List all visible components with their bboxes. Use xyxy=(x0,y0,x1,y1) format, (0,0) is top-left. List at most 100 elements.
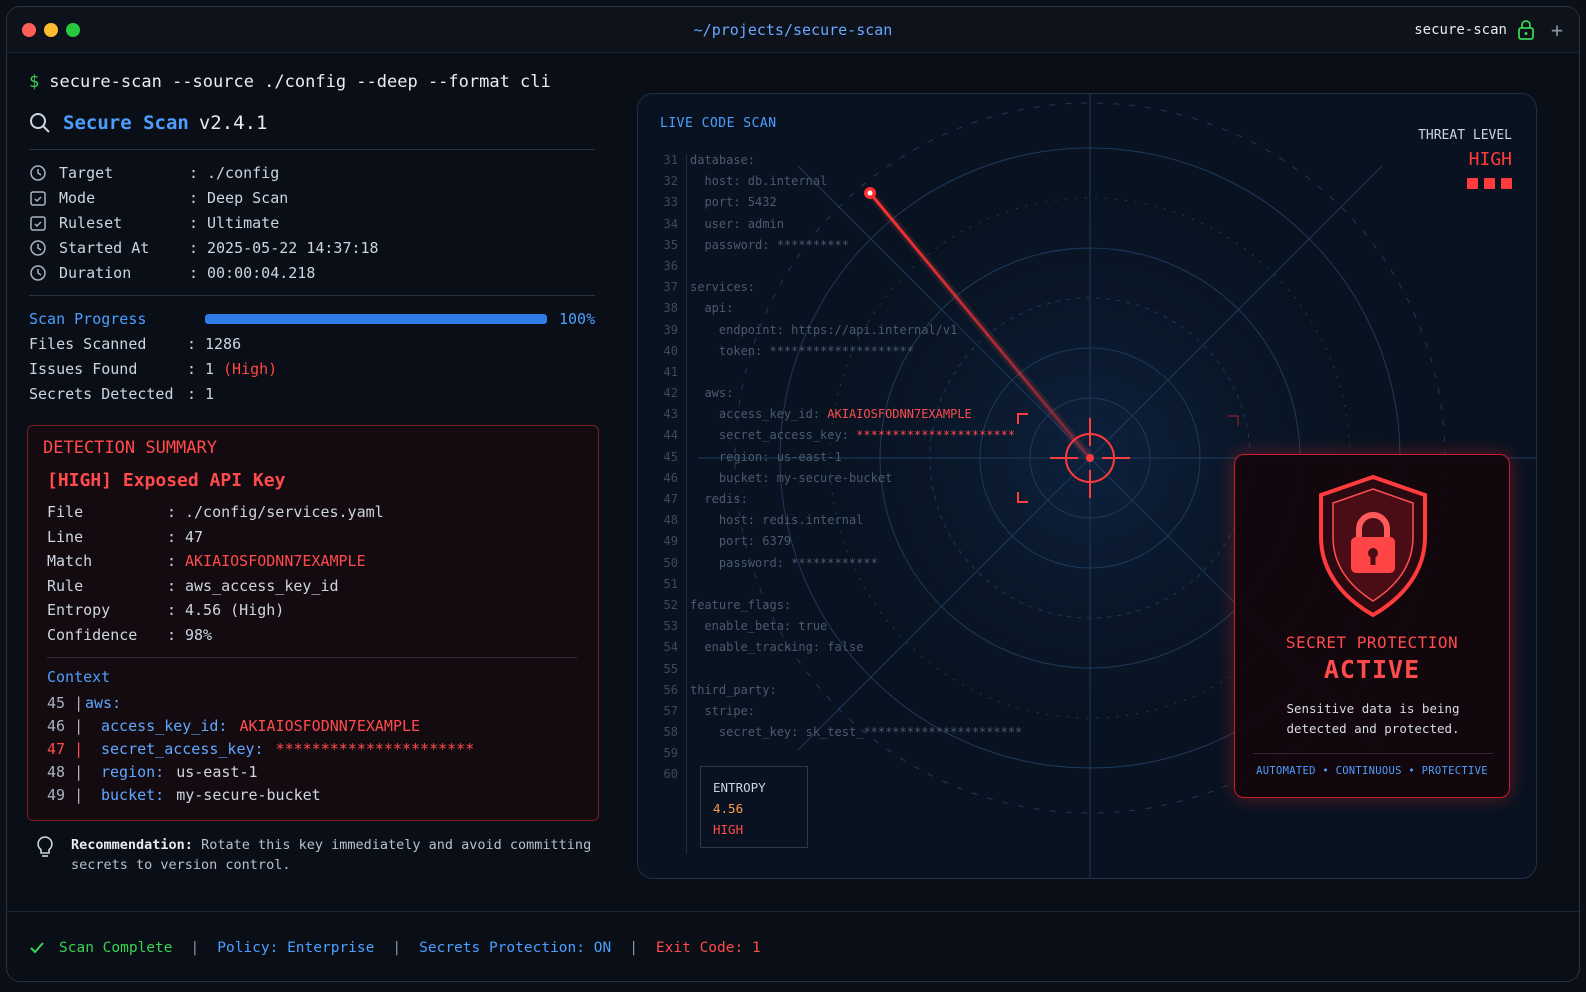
code-line: 31 database: xyxy=(658,150,1098,171)
detail-entropy: Entropy:4.56 (High) xyxy=(47,598,583,623)
code-text: aws: xyxy=(690,383,733,404)
info-key: Duration xyxy=(59,263,132,282)
code-content: stripe: xyxy=(690,703,756,718)
code-text: user: admin xyxy=(690,214,784,235)
code-line-number: 33 xyxy=(663,195,678,210)
entropy-label: ENTROPY xyxy=(713,780,766,795)
code-content: host: redis.internal xyxy=(690,513,864,528)
info-started-at: Started At: 2025-05-22 14:37:18 xyxy=(29,235,605,260)
stat-issues-found: Issues Found: 1 (High) xyxy=(29,357,605,382)
detail-file: File: ./config/services.yaml xyxy=(47,500,583,525)
context-line-flagged: 47 | secret_access_key: ******************… xyxy=(47,738,583,761)
detail-value: 47 xyxy=(185,527,204,546)
detail-confidence: Confidence:98% xyxy=(47,623,583,648)
code-content: secret_access_key: xyxy=(690,428,857,443)
code-line-number: 34 xyxy=(663,216,678,231)
clock-icon xyxy=(30,239,46,256)
code-line: 48 host: redis.internal xyxy=(658,510,1098,531)
info-key: Mode xyxy=(59,188,96,207)
code-line-number: 59 xyxy=(663,746,678,761)
code-content: enable_tracking: false xyxy=(690,640,864,655)
code-line: 32 host: db.internal xyxy=(658,171,1098,192)
check-icon xyxy=(30,941,44,953)
code-line-number: 58 xyxy=(663,725,678,740)
code-line-number: 53 xyxy=(663,619,678,634)
divider xyxy=(29,295,595,296)
code-line-number: 49 xyxy=(663,534,678,549)
code-content: user: admin xyxy=(690,216,784,231)
code-line: 43 access_key_id: AKIAIOSFODNN7EXAMPLE xyxy=(658,404,1098,425)
detail-line: Line:47 xyxy=(47,525,583,550)
code-listing: 31 database: 32 host: db.internal 33 port: … xyxy=(658,150,1098,786)
detail-match: Match: AKIAIOSFODNN7EXAMPLE xyxy=(47,549,583,574)
code-line: 49 port: 6379 xyxy=(658,531,1098,552)
app-version: v2.4.1 xyxy=(198,112,268,134)
code-line-number: 50 xyxy=(663,555,678,570)
context-line: 45 | aws: xyxy=(47,692,583,715)
code-content: access_key_id: xyxy=(690,407,828,422)
code-text: enable_beta: true xyxy=(690,616,827,637)
detection-header: DETECTION SUMMARY xyxy=(43,438,217,458)
stat-value: 1 xyxy=(205,360,215,378)
code-line-number: 46 xyxy=(663,470,678,485)
code-content: region: us-east-1 xyxy=(690,449,842,464)
info-key: Ruleset xyxy=(59,213,123,232)
code-content: enable_beta: true xyxy=(690,619,828,634)
stat-secrets-detected: Secrets Detected: 1 xyxy=(29,382,605,407)
detail-key: Rule xyxy=(47,576,84,595)
line-number: 47 | xyxy=(47,740,84,758)
code-text: stripe: xyxy=(690,701,755,722)
new-tab-button[interactable]: + xyxy=(1551,20,1563,40)
code-text: password: ********** xyxy=(690,235,849,256)
code-content: database: xyxy=(690,153,756,167)
code-line: 53 enable_beta: true xyxy=(658,616,1098,637)
terminal-window: ~/projects/secure-scan secure-scan + $ se… xyxy=(6,6,1580,982)
app-name: Secure Scan xyxy=(63,112,189,134)
live-scan-panel: LIVE CODE SCAN 31 database: 32 host: db.in… xyxy=(637,93,1537,879)
prompt-symbol: $ xyxy=(29,72,40,92)
code-text: bucket: my-secure-bucket xyxy=(690,468,892,489)
info-key: Started At xyxy=(59,238,150,257)
timer-icon xyxy=(30,264,46,281)
code-text: redis: xyxy=(690,489,747,510)
stat-files-scanned: Files Scanned: 1286 xyxy=(29,332,605,357)
context-value: my-secure-bucket xyxy=(176,786,321,804)
code-line: 35 password: ********** xyxy=(658,235,1098,256)
info-target: Target: ./config xyxy=(29,160,605,185)
separator: | xyxy=(190,939,200,956)
code-text: secret_access_key: *********************… xyxy=(690,425,1015,446)
context-key: region: xyxy=(101,763,165,781)
tab-secure-scan[interactable]: secure-scan xyxy=(1414,22,1507,38)
code-line-number: 44 xyxy=(663,428,678,443)
code-line: 56 third_party: xyxy=(658,680,1098,701)
context-key: secret_access_key: xyxy=(101,740,264,758)
code-line: 34 user: admin xyxy=(658,214,1098,235)
code-content: port: 5432 xyxy=(690,195,777,210)
stat-label: Issues Found xyxy=(29,360,138,378)
protection-title: SECRET PROTECTION xyxy=(1285,633,1459,652)
command-line: $ secure-scan --source ./config --deep --… xyxy=(29,67,605,97)
code-content: aws: xyxy=(690,386,734,401)
context-title: Context xyxy=(47,668,111,686)
context-line: 46 | access_key_id: AKIAIOSFODNN7EXAMPLE xyxy=(47,715,583,738)
code-line: 59 xyxy=(658,743,1098,764)
code-line: 51 xyxy=(658,574,1098,595)
info-value: Deep Scan xyxy=(207,188,289,207)
code-content: host: db.internal xyxy=(690,174,828,189)
protection-description: Sensitive data is being detected and pro… xyxy=(1286,701,1460,736)
code-content: bucket: my-secure-bucket xyxy=(690,470,893,485)
threat-bar xyxy=(1501,178,1512,189)
code-content: services: xyxy=(690,280,756,295)
status-exit-code: Exit Code: 1 xyxy=(655,939,761,956)
stat-label: Secrets Detected xyxy=(29,385,174,403)
code-line: 37 services: xyxy=(658,277,1098,298)
code-line-number: 60 xyxy=(663,767,678,782)
code-line-number: 48 xyxy=(663,513,678,528)
divider xyxy=(29,149,595,150)
code-text: token: ******************** xyxy=(690,341,914,362)
code-line: 39 endpoint: https://api.internal/v1 xyxy=(658,320,1098,341)
status-bar: Scan Complete | Policy: Enterprise | Sec… xyxy=(7,911,1579,981)
protection-status: ACTIVE xyxy=(1323,655,1421,684)
code-text: database: xyxy=(690,150,755,171)
code-text: third_party: xyxy=(690,680,777,701)
